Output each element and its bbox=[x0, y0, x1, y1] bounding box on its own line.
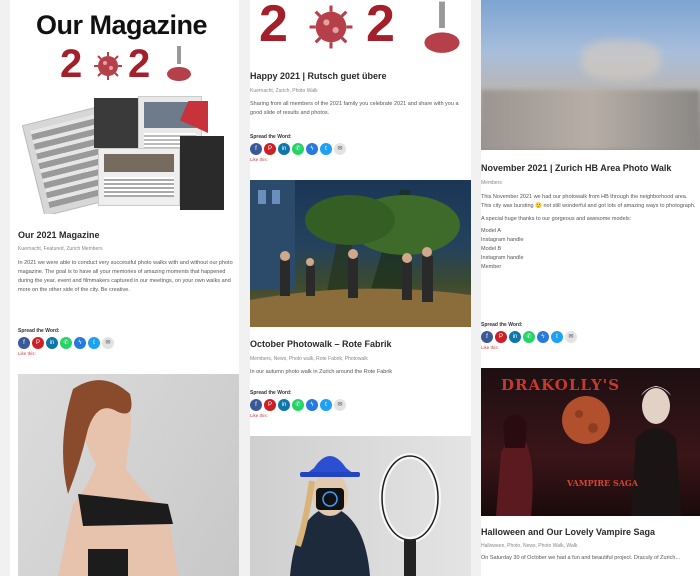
virus-syringe-icon bbox=[424, 1, 460, 53]
virus-icon bbox=[309, 5, 353, 49]
messenger-icon[interactable]: ϟ bbox=[537, 331, 549, 343]
portrait-woman-image[interactable] bbox=[18, 374, 239, 576]
post-title[interactable]: Happy 2021 | Rutsch guet übere bbox=[250, 70, 468, 82]
messenger-icon[interactable]: ϟ bbox=[306, 399, 318, 411]
pinterest-icon[interactable]: P bbox=[264, 143, 276, 155]
model-list-item[interactable]: Instagram handle bbox=[481, 236, 696, 245]
night-photowalk-image[interactable] bbox=[250, 180, 471, 327]
messenger-icon[interactable]: ϟ bbox=[306, 143, 318, 155]
year-digit-2-left: 2 bbox=[259, 0, 288, 53]
twitter-icon[interactable]: t bbox=[320, 399, 332, 411]
post-title[interactable]: November 2021 | Zurich HB Area Photo Wal… bbox=[481, 162, 696, 174]
post-meta: Kuernacht, Featured, Zurich Members bbox=[18, 246, 103, 252]
linkedin-icon[interactable]: in bbox=[278, 399, 290, 411]
post-title[interactable]: Halloween and Our Lovely Vampire Saga bbox=[481, 526, 700, 538]
twitter-icon[interactable]: t bbox=[551, 331, 563, 343]
mail-icon[interactable]: ✉ bbox=[334, 143, 346, 155]
post-excerpt-thanks: A special huge thanks to our gorgeous an… bbox=[481, 216, 632, 222]
post-card-magazine-column: Our Magazine 2 2 Our 2021 Magazine Kuern… bbox=[10, 0, 239, 576]
share-label: Spread the Word: bbox=[18, 328, 60, 334]
post-card-column-2: 2 2 Happy 2021 | Rutsch guet übere Kuern… bbox=[250, 0, 471, 576]
facebook-icon[interactable]: f bbox=[18, 337, 30, 349]
mail-icon[interactable]: ✉ bbox=[565, 331, 577, 343]
linkedin-icon[interactable]: in bbox=[46, 337, 58, 349]
post-excerpt: In our autumn photo walk in Zurich aroun… bbox=[250, 369, 393, 375]
blurred-watermark-image[interactable] bbox=[481, 0, 700, 150]
year-digit-2-mid: 2 bbox=[366, 0, 395, 53]
post-excerpt: Sharing from all members of the 2021 fam… bbox=[250, 101, 459, 116]
like-link[interactable]: Like this: bbox=[18, 351, 114, 356]
model-list-item[interactable]: Model B bbox=[481, 245, 696, 254]
facebook-icon[interactable]: f bbox=[250, 399, 262, 411]
pinterest-icon[interactable]: P bbox=[264, 399, 276, 411]
model-list-item[interactable]: Instagram handle bbox=[481, 254, 696, 263]
virus-icon bbox=[94, 52, 122, 80]
post-meta: Halloween, Photo, News, Photo Walk, Walk bbox=[481, 543, 578, 549]
twitter-icon[interactable]: t bbox=[88, 337, 100, 349]
year-digit-2-left: 2 bbox=[60, 42, 83, 86]
ring-light-portrait-image[interactable] bbox=[250, 436, 471, 576]
linkedin-icon[interactable]: in bbox=[278, 143, 290, 155]
whatsapp-icon[interactable]: ✆ bbox=[60, 337, 72, 349]
magazine-collage-image[interactable] bbox=[20, 96, 232, 214]
year-2021-graphic: 2 2 bbox=[60, 42, 200, 88]
share-block: Spread the Word: f P in ✆ ϟ t ✉ Like thi… bbox=[481, 322, 577, 350]
facebook-icon[interactable]: f bbox=[250, 143, 262, 155]
share-label: Spread the Word: bbox=[250, 134, 292, 140]
share-label: Spread the Word: bbox=[481, 322, 523, 328]
post-excerpt: This November 2021 we had our photowalk … bbox=[481, 194, 696, 209]
post-excerpt: On Saturday 30 of October we had a fun a… bbox=[481, 555, 681, 561]
like-link[interactable]: Like this: bbox=[481, 345, 577, 350]
facebook-icon[interactable]: f bbox=[481, 331, 493, 343]
post-meta: Kuernacht, Zurich, Photo Walk bbox=[250, 88, 318, 94]
post-title[interactable]: October Photowalk – Rote Fabrik bbox=[250, 338, 468, 350]
share-block: Spread the Word: f P in ✆ ϟ t ✉ Like thi… bbox=[250, 134, 346, 162]
model-list-item[interactable]: Member bbox=[481, 263, 696, 272]
whatsapp-icon[interactable]: ✆ bbox=[523, 331, 535, 343]
like-link[interactable]: Like this: bbox=[250, 157, 346, 162]
mail-icon[interactable]: ✉ bbox=[102, 337, 114, 349]
like-link[interactable]: Like this: bbox=[250, 413, 346, 418]
vampire-saga-poster-image[interactable]: DRAKOLLY'S VAMPIRE SAGA bbox=[481, 368, 700, 516]
magazine-logo[interactable]: Our Magazine 2 2 bbox=[10, 0, 239, 95]
share-block: Spread the Word: f P in ✆ ϟ t ✉ Like thi… bbox=[250, 390, 346, 418]
share-label: Spread the Word: bbox=[250, 390, 292, 396]
share-block: Spread the Word: f P in ✆ ϟ t ✉ Like thi… bbox=[18, 328, 114, 356]
linkedin-icon[interactable]: in bbox=[509, 331, 521, 343]
happy-2021-banner[interactable]: 2 2 bbox=[254, 0, 467, 62]
whatsapp-icon[interactable]: ✆ bbox=[292, 143, 304, 155]
pinterest-icon[interactable]: P bbox=[32, 337, 44, 349]
year-digit-2-mid: 2 bbox=[128, 42, 151, 86]
poster-subtitle: VAMPIRE SAGA bbox=[567, 478, 638, 488]
twitter-icon[interactable]: t bbox=[320, 143, 332, 155]
post-title[interactable]: Our 2021 Magazine bbox=[18, 229, 233, 241]
magazine-logo-title: Our Magazine bbox=[36, 10, 208, 40]
mail-icon[interactable]: ✉ bbox=[334, 399, 346, 411]
model-list-item[interactable]: Model A bbox=[481, 227, 696, 236]
post-meta: Members bbox=[481, 180, 502, 186]
post-excerpt: In 2021 we were able to conduct very suc… bbox=[18, 260, 233, 293]
whatsapp-icon[interactable]: ✆ bbox=[292, 399, 304, 411]
post-card-column-3: November 2021 | Zurich HB Area Photo Wal… bbox=[481, 0, 700, 576]
virus-syringe-icon bbox=[167, 46, 191, 81]
post-meta: Members, News, Photo walk, Rote Fabrik, … bbox=[250, 356, 368, 362]
messenger-icon[interactable]: ϟ bbox=[74, 337, 86, 349]
pinterest-icon[interactable]: P bbox=[495, 331, 507, 343]
